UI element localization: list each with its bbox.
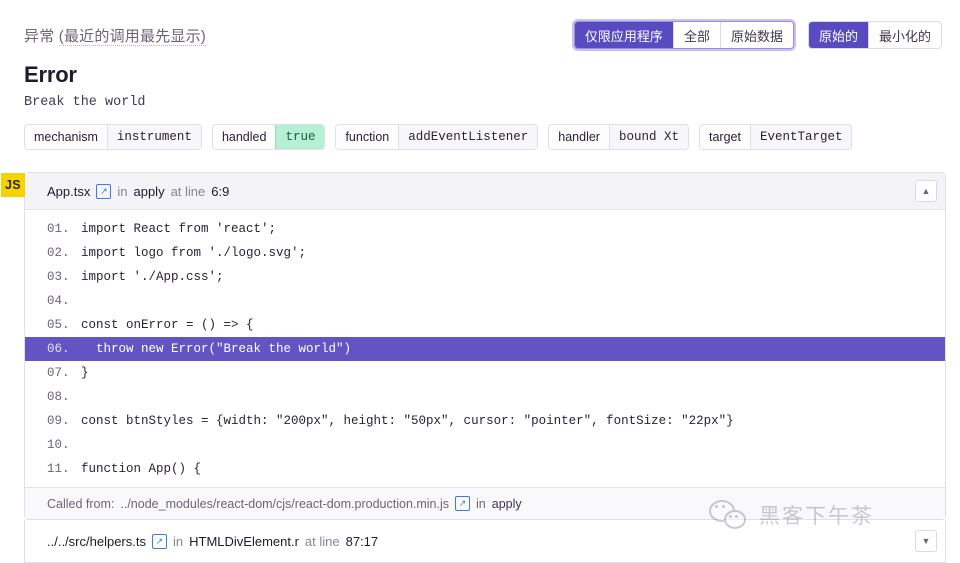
js-platform-badge: JS [1,173,25,197]
code-line: 02. import logo from './logo.svg'; [25,241,945,265]
frame-location: App.tsx ↗ in apply at line 6:9 [47,183,230,199]
frame-in-word: in [172,533,184,549]
frame-at-line-word: at line [170,183,206,199]
external-link-icon[interactable]: ↗ [455,496,471,511]
pill-function[interactable]: function addEventListener [335,124,539,150]
line-number: 05. [47,318,70,332]
format-option-original[interactable]: 原始的 [808,22,869,48]
code-line: 08. [25,385,945,409]
line-number: 09. [47,414,70,428]
chevron-down-icon[interactable]: ▼ [915,530,937,552]
line-source: import React from 'react'; [81,222,277,236]
stack-frame-app-tsx: JS App.tsx ↗ in apply at line 6:9 ▲ 01. … [1,172,946,520]
line-source: function App() { [81,462,202,476]
line-source: } [81,366,89,380]
source-code-block: 01. import React from 'react'; 02. impor… [25,210,945,487]
stack-trace-list: JS App.tsx ↗ in apply at line 6:9 ▲ 01. … [1,172,946,563]
exception-order-hint: (最近的调用最先显示) [58,27,206,46]
line-number: 06. [47,342,70,356]
format-button-group: 原始的 最小化的 [807,21,942,49]
code-line: 10. [25,433,945,457]
frame-line-number: 87:17 [345,533,379,549]
called-from-path[interactable]: ../node_modules/react-dom/cjs/react-dom.… [120,497,449,511]
line-number: 01. [47,222,70,236]
code-line: 11. function App() { [25,457,945,481]
line-source: import './App.css'; [81,270,224,284]
format-option-minified[interactable]: 最小化的 [868,22,941,48]
error-summary: Error Break the world [0,52,960,110]
called-from-row: Called from: ../node_modules/react-dom/c… [25,487,945,519]
called-from-label: Called from: [47,496,115,511]
error-message: Break the world [24,95,146,110]
line-number: 03. [47,270,70,284]
line-number: 02. [47,246,70,260]
frame-function: apply [133,183,165,199]
called-from-function: apply [491,496,522,511]
line-number: 10. [47,438,70,452]
view-toolbar: 仅限应用程序 全部 原始数据 原始的 最小化的 [573,21,942,49]
code-line: 01. import React from 'react'; [25,217,945,241]
pill-value: EventTarget [749,125,852,149]
scope-button-group: 仅限应用程序 全部 原始数据 [573,21,794,49]
scope-option-app-only[interactable]: 仅限应用程序 [574,22,674,48]
code-line: 07. } [25,361,945,385]
exception-label: 异常 [24,27,55,45]
chevron-up-icon[interactable]: ▲ [915,180,937,202]
pill-key: handler [549,125,609,149]
pill-key: target [699,125,750,149]
top-bar: 异常 (最近的调用最先显示) 仅限应用程序 全部 原始数据 原始的 最小化的 [0,0,960,52]
pill-value: bound Xt [608,125,688,149]
pill-value: true [275,125,325,149]
pill-key: mechanism [25,125,107,149]
mechanism-pill-row: mechanism instrument handled true functi… [0,110,960,150]
frame-in-word: in [117,183,128,199]
code-line: 04. [25,289,945,313]
frame-filename[interactable]: ../../src/helpers.ts [47,534,146,549]
code-line-highlighted: 06. throw new Error("Break the world") [25,337,945,361]
error-type: Error [24,62,77,87]
exception-heading: 异常 (最近的调用最先显示) [24,25,206,46]
frame-line-number: 6:9 [211,183,230,199]
external-link-icon[interactable]: ↗ [96,183,112,199]
line-source: import logo from './logo.svg'; [81,246,307,260]
stack-frame-header[interactable]: App.tsx ↗ in apply at line 6:9 ▲ [25,173,945,210]
pill-key: handled [212,125,276,149]
pill-handler[interactable]: handler bound Xt [548,124,689,150]
line-number: 04. [47,294,70,308]
scope-option-all[interactable]: 全部 [673,22,721,48]
code-line: 09. const btnStyles = {width: "200px", h… [25,409,945,433]
line-source: throw new Error("Break the world") [81,342,352,356]
frame-filename[interactable]: App.tsx [47,184,90,199]
stack-frame-helpers-ts[interactable]: ../../src/helpers.ts ↗ in HTMLDivElement… [24,520,946,563]
code-line: 03. import './App.css'; [25,265,945,289]
called-from-in-word: in [476,496,486,511]
line-source: const onError = () => { [81,318,254,332]
frame-at-line-word: at line [304,533,340,549]
pill-value: addEventListener [398,125,538,149]
scope-option-raw[interactable]: 原始数据 [720,22,793,48]
frame-function: HTMLDivElement.r [189,533,299,549]
external-link-icon[interactable]: ↗ [151,533,167,549]
pill-mechanism[interactable]: mechanism instrument [24,124,202,150]
pill-target[interactable]: target EventTarget [698,124,853,150]
line-source: const btnStyles = {width: "200px", heigh… [81,414,734,428]
frame-location: ../../src/helpers.ts ↗ in HTMLDivElement… [47,533,379,549]
code-line: 05. const onError = () => { [25,313,945,337]
line-number: 08. [47,390,70,404]
pill-handled[interactable]: handled true [211,124,326,150]
line-number: 07. [47,366,70,380]
pill-value: instrument [106,125,201,149]
pill-key: function [336,125,399,149]
line-number: 11. [47,462,70,476]
